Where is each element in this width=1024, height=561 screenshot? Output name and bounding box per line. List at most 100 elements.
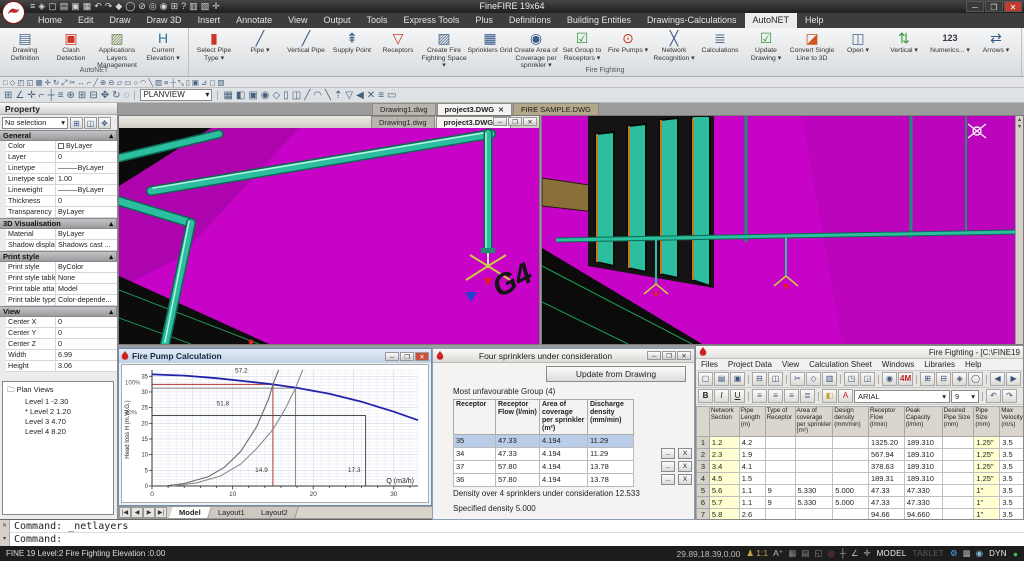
- property-value[interactable]: 0: [56, 317, 117, 327]
- object-snap-icon[interactable]: ✛: [863, 548, 870, 559]
- table-row[interactable]: 33.44.1378.63189.3101.25"3.5: [697, 461, 1024, 473]
- underline-button[interactable]: U: [730, 389, 745, 403]
- section-view[interactable]: View▴: [0, 306, 117, 317]
- property-value[interactable]: 6.99: [56, 350, 117, 360]
- line-tool-icon[interactable]: ╱: [304, 89, 310, 102]
- goto-button[interactable]: ◈: [952, 372, 967, 386]
- cell[interactable]: [765, 461, 795, 473]
- print-button[interactable]: ⊟: [752, 372, 767, 386]
- extend-icon[interactable]: ↔: [77, 78, 85, 87]
- property-value[interactable]: ByLayer: [56, 207, 117, 217]
- ribbon-applications-layers-management[interactable]: ▨Applications Layers Management: [94, 29, 140, 70]
- cell[interactable]: [942, 497, 974, 509]
- dimension-icon[interactable]: ┼: [170, 78, 175, 87]
- ribbon-supply-point[interactable]: ⇞Supply Point: [329, 29, 375, 55]
- match-icon[interactable]: ◻: [209, 78, 215, 87]
- ribbon-create-area-of-coverage-per-sprinkler[interactable]: ◉Create Area of Coverage per sprinkler ▾: [513, 29, 559, 70]
- cell[interactable]: [765, 449, 795, 461]
- ribbon-pipe[interactable]: ╱Pipe ▾: [237, 29, 283, 55]
- vertical-scrollbar[interactable]: ▴▾: [1015, 116, 1023, 344]
- rectangle-icon[interactable]: ▭: [124, 78, 131, 87]
- tree-item-level-3-4-70[interactable]: Level 3 4.70: [3, 417, 113, 427]
- visual-styles-icon[interactable]: ◧: [236, 89, 245, 102]
- copy-icon[interactable]: ◇: [10, 78, 16, 87]
- cell[interactable]: 5.000: [833, 485, 869, 497]
- delete-rows-button[interactable]: ⊟: [936, 372, 951, 386]
- annotation-scale-icon[interactable]: ♟ 1:1: [746, 548, 768, 559]
- tree-item-level-1-2-30[interactable]: Level 1 -2.30: [3, 397, 113, 407]
- font-size-combo[interactable]: 9▾: [951, 390, 979, 403]
- array-icon[interactable]: ▦: [36, 78, 43, 87]
- ribbon-calculations[interactable]: ≣Calculations: [697, 29, 743, 55]
- otrack-icon[interactable]: ⌐: [39, 89, 45, 102]
- cell[interactable]: 1": [974, 485, 1000, 497]
- hatch-icon[interactable]: ▨: [155, 78, 162, 87]
- ribbon-numerics[interactable]: 123Numerics... ▾: [927, 29, 973, 55]
- regen-icon[interactable]: ↻: [112, 89, 120, 102]
- calc-menu-calculation-sheet[interactable]: Calculation Sheet: [804, 359, 877, 370]
- cell[interactable]: 1.25": [974, 461, 1000, 473]
- model-space-button[interactable]: MODEL: [877, 549, 907, 558]
- undo-button[interactable]: ↶: [986, 389, 1001, 403]
- ribbon-sprinklers-grid[interactable]: ▦Sprinklers Grid: [467, 29, 513, 55]
- insert-rows-button[interactable]: ⊞: [920, 372, 935, 386]
- circle-icon[interactable]: ○: [133, 78, 138, 87]
- menu-edit[interactable]: Edit: [70, 13, 102, 28]
- update-from-cad-button[interactable]: ◲: [860, 372, 875, 386]
- cell[interactable]: [795, 437, 833, 449]
- table-icon[interactable]: ▯: [186, 78, 190, 87]
- cell[interactable]: 567.94: [868, 449, 904, 461]
- lineweight-icon[interactable]: ≡: [58, 89, 64, 102]
- property-value[interactable]: 1.00: [56, 174, 117, 184]
- cell[interactable]: 1": [974, 497, 1000, 509]
- view-3d-icon[interactable]: ▦: [223, 89, 232, 102]
- tree-item-level-2-1-20[interactable]: * Level 2 1.20: [3, 407, 113, 417]
- property-value[interactable]: ByColor: [56, 262, 117, 272]
- table-row[interactable]: 65.71.195.3305.00047.3347.3301"3.5: [697, 497, 1024, 509]
- last-tab-button[interactable]: ▶|: [155, 507, 167, 518]
- list-icon[interactable]: ≡: [378, 89, 384, 102]
- property-value[interactable]: Color-depende...: [56, 295, 117, 305]
- property-value[interactable]: 0: [56, 152, 117, 162]
- cell[interactable]: 189.310: [904, 461, 942, 473]
- italic-button[interactable]: I: [714, 389, 729, 403]
- cell[interactable]: 1325.20: [868, 437, 904, 449]
- first-tab-button[interactable]: |◀: [119, 507, 131, 518]
- cell[interactable]: 2.3: [709, 449, 739, 461]
- cell[interactable]: [942, 461, 974, 473]
- cell[interactable]: [795, 473, 833, 485]
- ribbon-convert-single-line-to-3d[interactable]: ◪Convert Single Line to 3D: [789, 29, 835, 62]
- calc-menu-libraries[interactable]: Libraries: [919, 359, 960, 370]
- new-button[interactable]: ▢: [698, 372, 713, 386]
- menu-plus[interactable]: Plus: [467, 13, 501, 28]
- ortho-icon[interactable]: ┼: [48, 89, 55, 102]
- menu-home[interactable]: Home: [30, 13, 70, 28]
- layers-icon[interactable]: ▧: [218, 78, 225, 87]
- property-value[interactable]: ——— ByLayer: [56, 185, 117, 195]
- cell[interactable]: 3.5: [1000, 449, 1024, 461]
- find-button[interactable]: ◯: [968, 372, 983, 386]
- ribbon-network-recognition[interactable]: ╳Network Recognition ▾: [651, 29, 697, 62]
- offset-icon[interactable]: ◱: [26, 78, 33, 87]
- block-icon[interactable]: ▣: [192, 78, 199, 87]
- cell[interactable]: [795, 449, 833, 461]
- cell[interactable]: 3.5: [1000, 473, 1024, 485]
- text-icon[interactable]: ≡: [164, 78, 168, 87]
- cell[interactable]: 1.5: [739, 473, 765, 485]
- cell[interactable]: [833, 509, 869, 520]
- tree-root[interactable]: 🗀 Plan Views: [3, 382, 113, 397]
- erase-tool-icon[interactable]: ✕: [367, 89, 375, 102]
- print-preview-button[interactable]: ◫: [768, 372, 783, 386]
- cell[interactable]: 2.6: [739, 509, 765, 520]
- bold-button[interactable]: B: [698, 389, 713, 403]
- zoom-previous-icon[interactable]: ⊟: [89, 89, 97, 102]
- cell[interactable]: [833, 473, 869, 485]
- layout-tab-layout1[interactable]: Layout1: [208, 507, 255, 518]
- layer-states-icon[interactable]: ▩: [963, 548, 971, 559]
- property-value[interactable]: Model: [56, 284, 117, 294]
- menu-insert[interactable]: Insert: [190, 13, 229, 28]
- ribbon-arrows[interactable]: ⇄Arrows ▾: [973, 29, 1019, 55]
- cell[interactable]: 94.660: [904, 509, 942, 520]
- menu-express-tools[interactable]: Express Tools: [396, 13, 468, 28]
- ribbon-vertical[interactable]: ⇅Vertical ▾: [881, 29, 927, 55]
